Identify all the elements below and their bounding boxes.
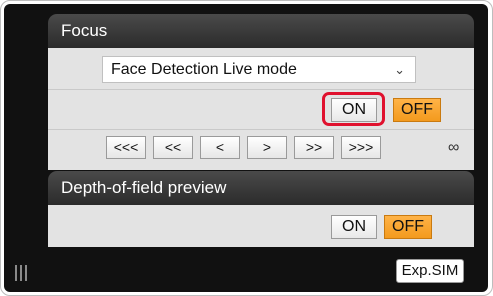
focus-section-header: Focus	[48, 14, 474, 48]
focus-toggle-row: ON OFF	[48, 89, 474, 129]
chevron-down-icon: ⌄	[394, 62, 405, 77]
focus-nav-row: <<< << < > >> >>> ∞	[48, 129, 474, 170]
exp-sim-button[interactable]: Exp.SIM	[396, 259, 464, 283]
depth-preview-on-button[interactable]: ON	[331, 215, 377, 239]
focus-title: Focus	[61, 21, 108, 40]
focus-mode-select[interactable]: Face Detection Live mode ⌄	[102, 56, 416, 83]
focus-far-large-button[interactable]: >>>	[341, 136, 381, 159]
focus-far-medium-button[interactable]: >>	[294, 136, 334, 159]
focus-near-small-button[interactable]: <	[200, 136, 240, 159]
depth-preview-off-button[interactable]: OFF	[384, 215, 432, 239]
focus-section-body: Face Detection Live mode ⌄ ON OFF <<< <<…	[48, 48, 474, 170]
focus-far-small-button[interactable]: >	[247, 136, 287, 159]
focus-on-button[interactable]: ON	[331, 98, 377, 122]
focus-near-medium-button[interactable]: <<	[153, 136, 193, 159]
focus-near-large-button[interactable]: <<<	[106, 136, 146, 159]
focus-mode-row: Face Detection Live mode ⌄	[48, 48, 474, 89]
depth-preview-section-body: ON OFF	[48, 205, 474, 247]
focus-off-button[interactable]: OFF	[393, 98, 441, 122]
depth-preview-section-header: Depth-of-field preview	[48, 171, 474, 205]
infinity-icon: ∞	[448, 139, 460, 156]
focus-mode-select-value: Face Detection Live mode	[111, 61, 297, 78]
depth-preview-title: Depth-of-field preview	[61, 178, 227, 197]
grip-icon[interactable]	[15, 265, 27, 281]
